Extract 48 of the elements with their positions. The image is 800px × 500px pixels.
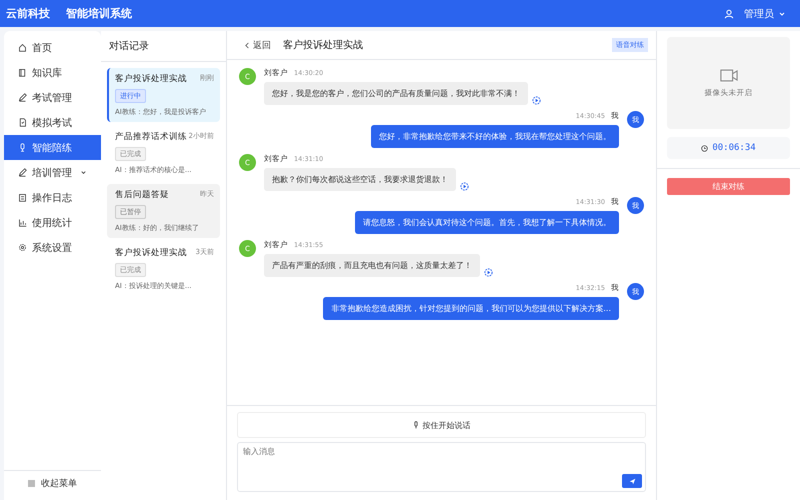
conversation-title: 售后问题答疑 [115,189,169,201]
message-bubble: 非常抱歉给您造成困扰，针对您提到的问题，我们可以为您提供以下解决方案... [323,297,619,320]
pencil-icon [18,168,27,177]
sidebar-item[interactable]: 知识库 [4,60,101,85]
play-icon[interactable] [532,96,541,105]
message-bubble: 您好，非常抱歉给您带来不好的体验，我现在帮您处理这个问题。 [371,125,619,148]
system-title: 智能培训系统 [66,6,132,21]
home-icon [18,43,27,52]
sidebar-item[interactable]: 考试管理 [4,85,101,110]
brand-name: 云前科技 [6,6,50,21]
sidebar-item[interactable]: 系统设置 [4,235,101,260]
panel-title: 对话记录 [101,31,226,62]
message-bubble: 您好，我是您的客户，您们公司的产品有质量问题，我对此非常不满！ [264,82,528,105]
message-bubble: 请您息怒，我们会认真对待这个问题。首先，我想了解一下具体情况。 [355,211,619,234]
back-button[interactable]: 返回 [245,38,271,52]
conversation-title: 客户投诉处理实战 [115,247,187,259]
settings-icon [18,243,27,252]
sidebar-item[interactable]: 模拟考试 [4,110,101,135]
sidebar-item[interactable]: 首页 [4,35,101,60]
sidebar-item[interactable]: 培训管理 [4,160,101,185]
user-menu[interactable]: 管理员 [744,6,774,20]
user-icon[interactable] [724,8,734,18]
microphone-icon [412,421,418,429]
chevron-down-icon [778,10,786,18]
list-icon [18,193,27,202]
message-bubble: 产品有严重的刮痕，而且充电也有问题，这质量太差了！ [264,254,480,277]
chart-icon [18,218,27,227]
send-icon [628,478,636,484]
sidebar-item[interactable]: 操作日志 [4,185,101,210]
document-icon [18,118,27,127]
book-icon [18,68,27,77]
sidebar-item[interactable]: 智能陪练 [4,135,101,160]
play-icon[interactable] [460,182,469,191]
pencil-icon [18,93,27,102]
send-button[interactable] [622,474,642,488]
chat-title: 客户投诉处理实战 [283,38,363,52]
play-icon[interactable] [484,268,493,277]
video-camera-icon [720,68,738,82]
conversation-title: 产品推荐话术训练 [115,131,187,143]
microphone-icon [18,143,27,152]
message-bubble: 抱歉？你们每次都说这些空话，我要求退货退款！ [264,168,456,191]
sidebar-item[interactable]: 使用统计 [4,210,101,235]
conversation-title: 客户投诉处理实战 [115,73,187,85]
clock-icon [701,144,708,152]
voice-button[interactable]: 按住开始说话 [237,412,646,438]
chevron-left-icon [245,42,250,48]
elapsed-time: 00:06:34 [712,143,756,153]
message-input[interactable]: 输入消息 [237,442,646,492]
